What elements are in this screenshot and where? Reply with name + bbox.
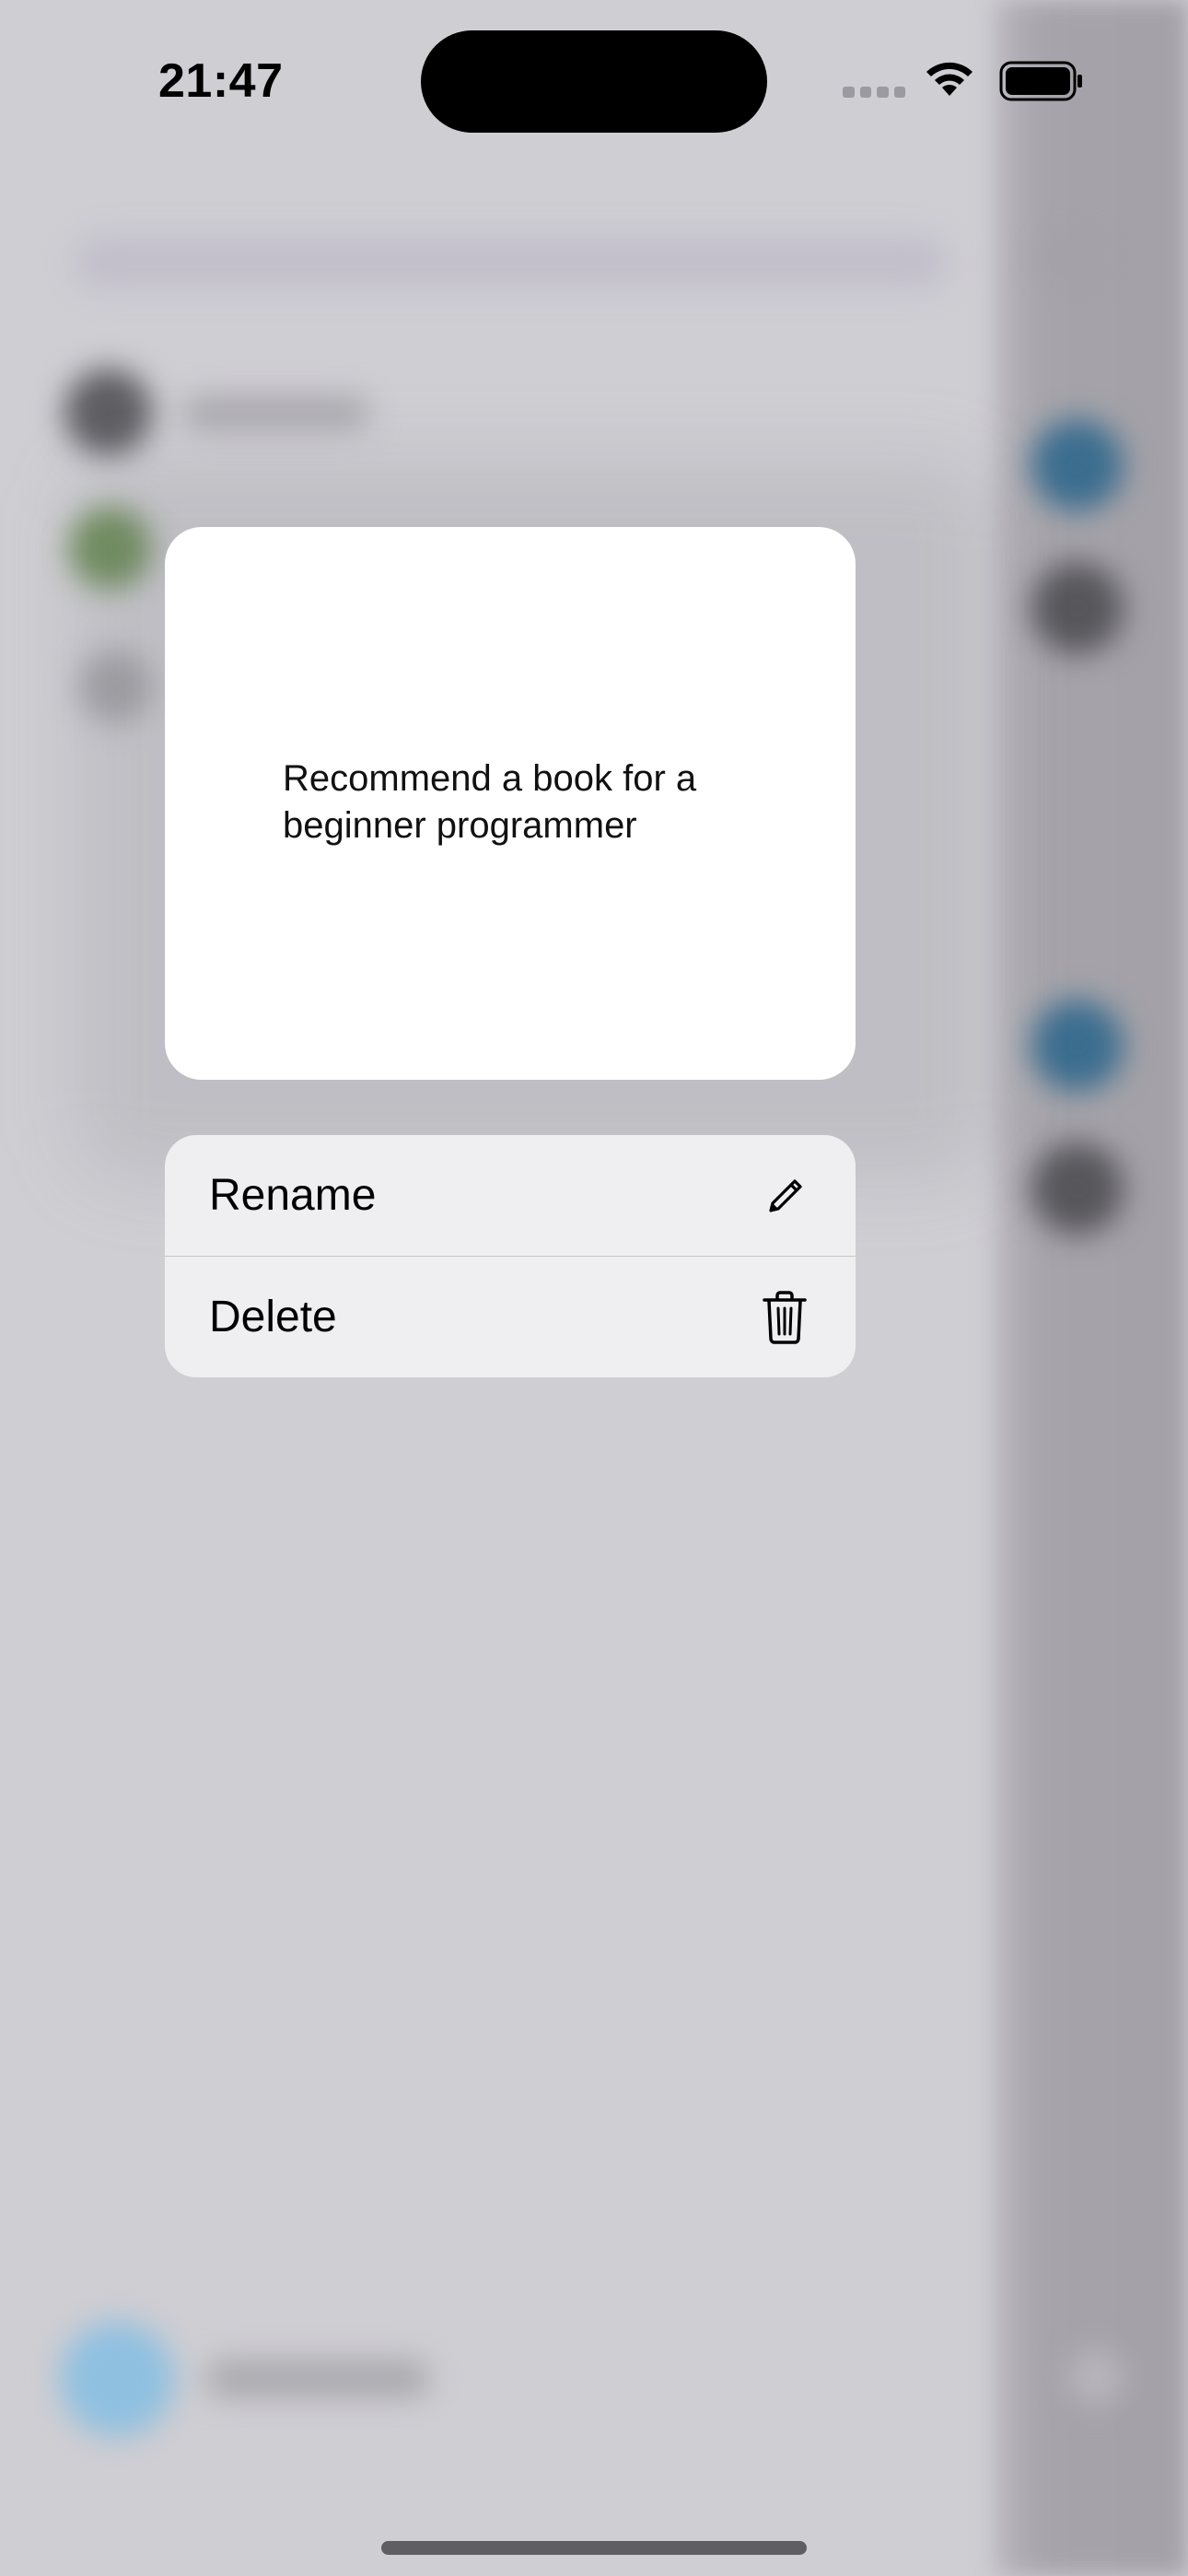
delete-label: Delete <box>209 1293 337 1341</box>
blurred-avatar <box>64 369 152 456</box>
wifi-icon <box>923 59 976 102</box>
blurred-search-bar <box>74 235 949 290</box>
blurred-avatar <box>1031 562 1124 654</box>
blurred-avatar <box>1031 419 1124 511</box>
blurred-toolbar-button <box>1041 240 1096 276</box>
battery-icon <box>999 61 1084 106</box>
trash-icon <box>762 1290 808 1345</box>
blurred-menu-button <box>1068 2349 1124 2405</box>
home-indicator[interactable] <box>381 2541 807 2555</box>
blurred-chat-panel <box>995 0 1188 2576</box>
blurred-user-name <box>207 2360 428 2397</box>
blurred-user-avatar <box>60 2322 175 2437</box>
blurred-avatar <box>1031 1000 1124 1092</box>
blurred-avatar <box>1031 1142 1124 1235</box>
pencil-icon <box>763 1174 808 1218</box>
delete-menu-item[interactable]: Delete <box>165 1256 856 1377</box>
cellular-signal-icon <box>843 87 905 98</box>
rename-label: Rename <box>209 1171 377 1220</box>
status-time: 21:47 <box>158 54 284 108</box>
conversation-preview-card: Recommend a book for a beginner programm… <box>165 527 856 1080</box>
dynamic-island <box>421 30 767 133</box>
conversation-title: Recommend a book for a beginner programm… <box>283 758 697 846</box>
blurred-row-label <box>184 396 368 429</box>
context-menu: Rename Delete <box>165 1135 856 1377</box>
rename-menu-item[interactable]: Rename <box>165 1135 856 1256</box>
